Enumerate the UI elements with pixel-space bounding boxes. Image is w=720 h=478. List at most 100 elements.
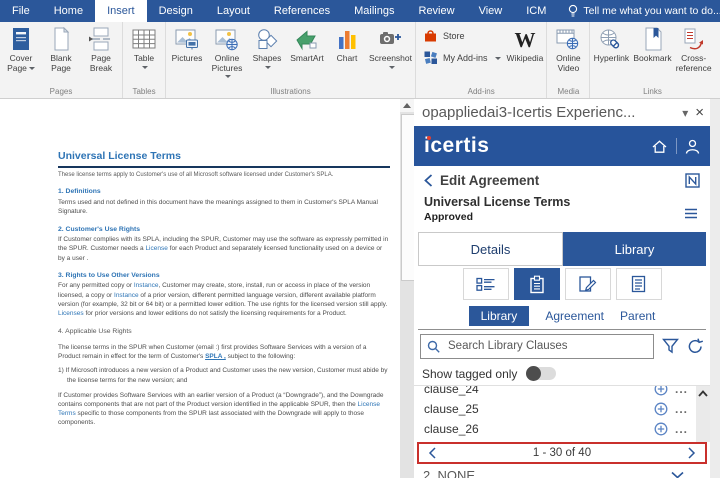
refresh-icon[interactable]: [687, 338, 704, 354]
prev-page-button[interactable]: [428, 447, 436, 459]
table-icon: [131, 26, 157, 54]
dropdown-arrow-icon: [495, 57, 501, 63]
add-clause-icon[interactable]: [654, 422, 668, 436]
filter-icon[interactable]: [662, 338, 679, 354]
doc-intro: These license terms apply to Customer's …: [58, 171, 390, 180]
clause-list-scrollbar[interactable]: [696, 386, 710, 442]
next-page-button[interactable]: [688, 447, 696, 459]
clause-name: clause_24: [424, 386, 647, 396]
group-label-media: Media: [548, 85, 588, 98]
bookmark-icon: [642, 26, 664, 54]
menu-tab-icm[interactable]: ICM: [514, 0, 558, 22]
table-button[interactable]: Table: [124, 24, 164, 70]
home-icon[interactable]: [651, 139, 668, 154]
clause-more-icon[interactable]: ...: [675, 405, 688, 413]
menu-tab-file[interactable]: File: [0, 0, 42, 22]
scrollbar-thumb[interactable]: [401, 114, 415, 281]
cross-reference-button[interactable]: Cross- reference: [674, 24, 714, 73]
list-view-button[interactable]: [463, 268, 509, 300]
pane-edge-strip: [710, 99, 720, 478]
subtab-parent[interactable]: Parent: [620, 309, 655, 323]
online-pictures-button[interactable]: Online Pictures: [207, 24, 247, 79]
clause-row[interactable]: clause_24 ...: [414, 386, 710, 399]
doc-link[interactable]: SPLA ,: [205, 353, 226, 360]
my-addins-button[interactable]: My Add-ins: [423, 50, 501, 65]
edit-agreement-label[interactable]: Edit Agreement: [440, 173, 678, 188]
tab-details[interactable]: Details: [418, 232, 563, 266]
doc-link[interactable]: Instance: [114, 292, 139, 299]
wikipedia-icon: W: [514, 28, 535, 52]
bookmark-button[interactable]: Bookmark: [631, 24, 673, 64]
tab-library[interactable]: Library: [563, 232, 706, 266]
clause-source-tabs: Library Agreement Parent: [418, 302, 706, 330]
smartart-button[interactable]: SmartArt: [287, 24, 327, 64]
menu-tab-view[interactable]: View: [467, 0, 515, 22]
scroll-up-chevron-icon[interactable]: [698, 390, 708, 442]
doc-heading-4: 4. Applicable Use Rights: [58, 327, 390, 337]
smartart-icon: [294, 26, 320, 54]
subtab-agreement[interactable]: Agreement: [545, 309, 604, 323]
doc-link[interactable]: Licenses: [58, 310, 84, 317]
cover-page-button[interactable]: Cover Page: [1, 24, 41, 73]
my-addins-icon: [423, 50, 438, 65]
search-input[interactable]: [446, 339, 647, 353]
shapes-button[interactable]: Shapes: [247, 24, 287, 70]
menu-tab-home[interactable]: Home: [42, 0, 95, 22]
hamburger-menu-icon[interactable]: [684, 208, 698, 219]
task-pane-title-bar: opappliedai3-Icertis Experienc... ▾ ×: [414, 99, 710, 126]
hyperlink-button[interactable]: Hyperlink: [591, 24, 631, 64]
cross-reference-icon: [682, 26, 706, 54]
group-label-pages: Pages: [1, 85, 121, 98]
clause-library-button[interactable]: [514, 268, 560, 300]
chart-button[interactable]: Chart: [327, 24, 367, 64]
section-none-row[interactable]: 2. NONE: [414, 464, 710, 478]
doc-link[interactable]: License: [145, 245, 167, 252]
show-tagged-toggle[interactable]: [526, 367, 556, 380]
add-clause-icon[interactable]: [654, 386, 668, 396]
scroll-up-button[interactable]: [400, 99, 414, 112]
pane-close-icon[interactable]: ×: [695, 104, 704, 121]
dropdown-arrow-icon: [265, 66, 271, 72]
clause-more-icon[interactable]: ...: [675, 386, 688, 393]
show-tagged-label: Show tagged only: [422, 367, 517, 381]
document-canvas[interactable]: Universal License Terms These license te…: [0, 99, 400, 478]
doc-heading-3: 3. Rights to Use Other Versions: [58, 271, 390, 281]
doc-link[interactable]: Instance: [134, 282, 159, 289]
chevron-down-icon[interactable]: [671, 471, 684, 478]
sync-note-icon[interactable]: [685, 173, 700, 188]
task-pane-title: opappliedai3-Icertis Experienc...: [422, 104, 675, 121]
add-clause-icon[interactable]: [654, 402, 668, 416]
search-box[interactable]: [420, 334, 654, 359]
menu-tab-mailings[interactable]: Mailings: [342, 0, 406, 22]
edit-agreement-row: Edit Agreement: [414, 166, 710, 194]
word-window: File Home Insert Design Layout Reference…: [0, 0, 720, 478]
hyperlink-icon: [598, 26, 624, 54]
store-button[interactable]: Store: [423, 28, 501, 43]
doc-title: Universal License Terms: [58, 149, 390, 168]
menu-tab-references[interactable]: References: [262, 0, 342, 22]
back-chevron-icon[interactable]: [424, 174, 433, 187]
clause-row[interactable]: clause_25 ...: [414, 399, 710, 419]
online-pictures-icon: [214, 26, 240, 54]
document-lines-button[interactable]: [616, 268, 662, 300]
blank-page-button[interactable]: Blank Page: [41, 24, 81, 73]
online-video-button[interactable]: Online Video: [548, 24, 588, 73]
pictures-button[interactable]: Pictures: [167, 24, 207, 64]
doc-paragraph: For any permitted copy or Instance, Cust…: [58, 281, 390, 318]
tell-me-box[interactable]: Tell me what you want to do...: [558, 0, 720, 22]
screenshot-button[interactable]: Screenshot: [367, 24, 414, 70]
user-icon[interactable]: [685, 139, 700, 154]
menu-tab-review[interactable]: Review: [407, 0, 467, 22]
clause-row[interactable]: clause_26 ...: [414, 419, 710, 439]
pane-menu-caret-icon[interactable]: ▾: [682, 106, 688, 120]
menu-tab-insert[interactable]: Insert: [95, 0, 147, 22]
edit-document-button[interactable]: [565, 268, 611, 300]
ribbon-group-illustrations: Pictures Online Pictures Shapes SmartArt: [166, 22, 416, 98]
wikipedia-button[interactable]: W Wikipedia: [505, 24, 546, 64]
subtab-library[interactable]: Library: [469, 306, 530, 326]
clause-more-icon[interactable]: ...: [675, 425, 688, 433]
menu-tab-layout[interactable]: Layout: [205, 0, 262, 22]
menu-tab-design[interactable]: Design: [147, 0, 205, 22]
document-scrollbar[interactable]: [400, 99, 414, 478]
page-break-button[interactable]: Page Break: [81, 24, 121, 73]
